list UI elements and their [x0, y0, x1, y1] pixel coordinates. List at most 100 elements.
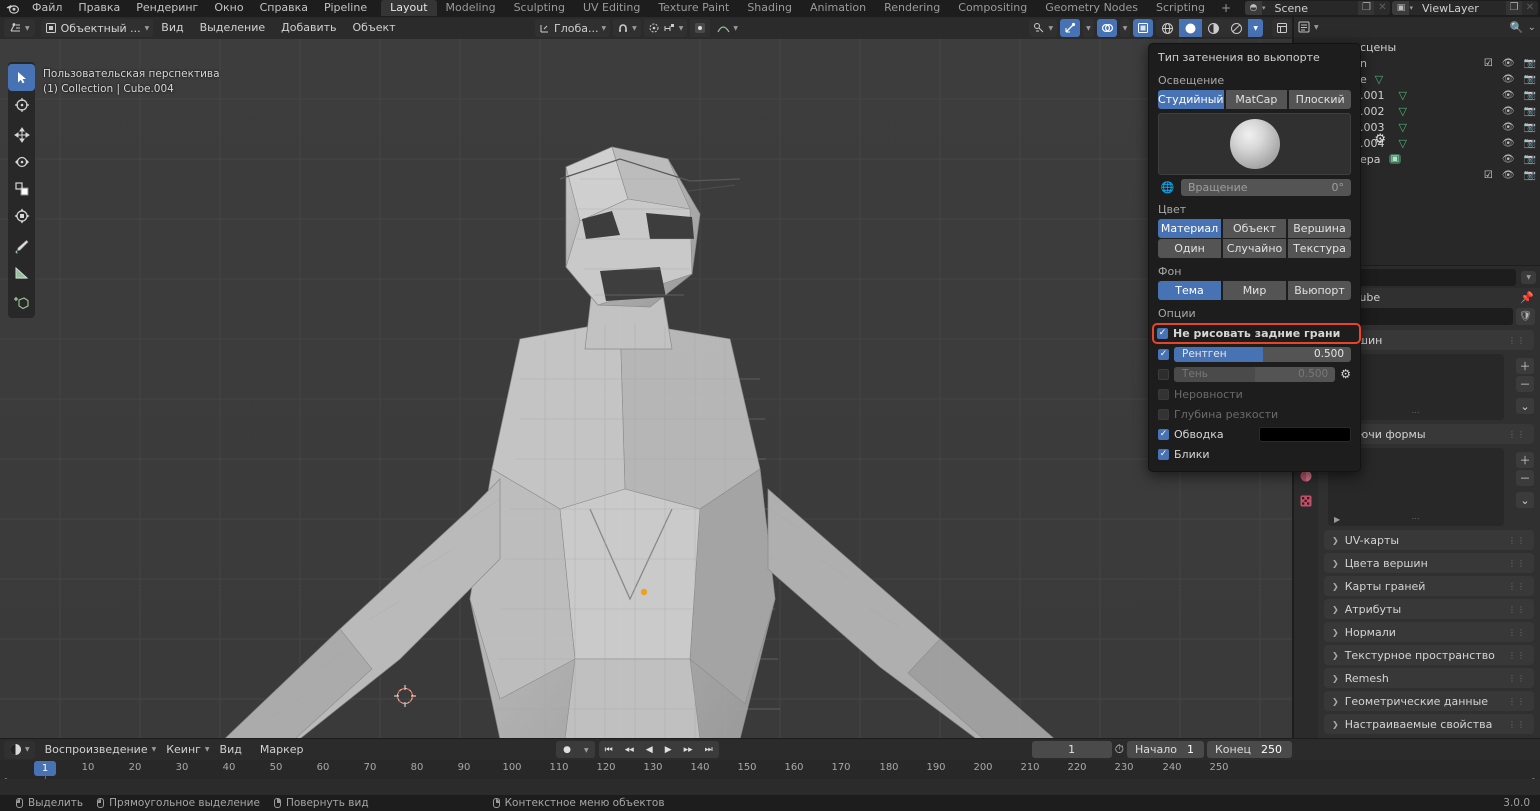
panel-vertex-colors[interactable]: ❯ Цвета вершин ⋮⋮	[1324, 553, 1534, 573]
outliner-filter-button[interactable]	[1272, 19, 1292, 37]
outliner-editor-type-icon[interactable]	[1298, 21, 1310, 33]
timeline-ruler[interactable]: 10 20 30 40 50 60 70 80 90 100 110 120 1…	[0, 760, 1540, 779]
lighting-option-matcap[interactable]: MatCap	[1226, 90, 1288, 109]
new-viewlayer-button[interactable]: ❐	[1506, 1, 1522, 15]
viewport-menu-view[interactable]: Вид	[153, 19, 191, 37]
panel-face-maps[interactable]: ❯ Карты граней ⋮⋮	[1324, 576, 1534, 596]
drag-grip[interactable]: ⋮⋮	[1508, 536, 1526, 545]
workspace-tab-texture-paint[interactable]: Texture Paint	[649, 0, 738, 16]
background-option-theme[interactable]: Тема	[1158, 281, 1221, 300]
resize-grip[interactable]: ⋯	[1412, 408, 1421, 417]
drag-grip[interactable]: ⋮⋮	[1508, 674, 1526, 683]
panel-custom-properties[interactable]: ❯ Настраиваемые свойства ⋮⋮	[1324, 714, 1534, 734]
eye-icon[interactable]: 👁	[1502, 90, 1515, 101]
remove-shape-key-button[interactable]: －	[1516, 470, 1534, 486]
workspace-tab-sculpting[interactable]: Sculpting	[505, 0, 574, 16]
add-vertex-group-button[interactable]: ＋	[1516, 358, 1534, 374]
workspace-tab-layout[interactable]: Layout	[381, 0, 436, 16]
stopwatch-icon[interactable]: ⏱	[1115, 742, 1124, 757]
studio-light-preview[interactable]	[1158, 113, 1351, 175]
background-option-viewport[interactable]: Вьюпорт	[1288, 281, 1351, 300]
viewlayer-selector[interactable]: ▣ ▾ ViewLayer ❐ ✕	[1392, 1, 1538, 15]
jump-prev-keyframe-icon[interactable]: ◂◂	[619, 745, 640, 755]
play-reverse-icon[interactable]: ◀	[640, 745, 659, 755]
workspace-tab-shading[interactable]: Shading	[738, 0, 801, 16]
color-option-object[interactable]: Объект	[1223, 219, 1286, 238]
properties-tab-texture[interactable]	[1296, 492, 1316, 510]
menu-pipeline[interactable]: Pipeline	[316, 0, 375, 16]
blender-logo-icon[interactable]	[0, 3, 24, 14]
pivot-point-selector[interactable]	[690, 19, 710, 37]
color-option-random[interactable]: Случайно	[1223, 239, 1286, 258]
workspace-tab-rendering[interactable]: Rendering	[875, 0, 949, 16]
eye-icon[interactable]: 👁	[1502, 170, 1515, 181]
gizmo-dropdown[interactable]: ▼	[1083, 19, 1094, 37]
menu-edit[interactable]: Правка	[70, 0, 128, 16]
timeline-editor-type-button[interactable]: ▼	[4, 741, 35, 759]
add-cube-tool[interactable]	[8, 289, 35, 316]
play-icon[interactable]: ▶	[1334, 515, 1340, 524]
transform-tool[interactable]	[8, 202, 35, 229]
move-tool[interactable]	[8, 121, 35, 148]
remove-viewlayer-button[interactable]: ✕	[1522, 1, 1538, 15]
measure-tool[interactable]	[8, 259, 35, 286]
transform-orientation-selector[interactable]: Глоба... ▼	[535, 19, 610, 37]
workspace-tab-uv-editing[interactable]: UV Editing	[574, 0, 649, 16]
rotation-slider[interactable]: Вращение 0°	[1181, 179, 1351, 196]
auto-keying-dropdown[interactable]: ▼	[578, 745, 595, 755]
frame-start-input[interactable]: Начало 1	[1127, 741, 1204, 758]
camera-render-icon[interactable]: 📷	[1524, 74, 1536, 85]
overlays-toggle-button[interactable]	[1097, 19, 1117, 37]
workspace-tab-scripting[interactable]: Scripting	[1147, 0, 1214, 16]
shadow-slider[interactable]: Тень 0.500	[1174, 367, 1335, 382]
checkbox-icon[interactable]: ☑	[1484, 170, 1493, 181]
viewport-shading-popover[interactable]: Тип затенения во вьюпорте Освещение Студ…	[1148, 43, 1361, 472]
backface-culling-row[interactable]: ✓ Не рисовать задние грани	[1154, 325, 1359, 342]
camera-render-icon[interactable]: 📷	[1524, 106, 1536, 117]
world-rotation-icon[interactable]: 🌐	[1158, 179, 1177, 196]
drag-grip[interactable]: ⋮⋮	[1508, 336, 1526, 345]
eye-icon[interactable]: 👁	[1502, 74, 1515, 85]
proportional-editing-toggle[interactable]: ▼	[644, 19, 688, 37]
resize-grip[interactable]: ⋯	[1412, 514, 1421, 523]
camera-render-icon[interactable]: 📷	[1524, 58, 1536, 69]
camera-render-icon[interactable]: 📷	[1524, 170, 1536, 181]
cavity-checkbox[interactable]: ✓	[1158, 389, 1169, 400]
workspace-tab-modeling[interactable]: Modeling	[437, 0, 505, 16]
menu-file[interactable]: Файл	[24, 0, 70, 16]
shading-solid-button[interactable]	[1179, 19, 1202, 37]
color-option-single[interactable]: Один	[1158, 239, 1221, 258]
scene-selector[interactable]: ◓ ▾ Scene ❐ ✕	[1245, 1, 1391, 15]
add-workspace-button[interactable]: +	[1214, 1, 1238, 15]
eye-icon[interactable]: 👁	[1502, 154, 1515, 165]
menu-render[interactable]: Рендеринг	[128, 0, 206, 16]
drag-grip[interactable]: ⋮⋮	[1508, 605, 1526, 614]
camera-render-icon[interactable]: 📷	[1524, 138, 1536, 149]
timeline-menu-playback[interactable]: Воспроизведение	[37, 741, 156, 759]
menu-window[interactable]: Окно	[206, 0, 251, 16]
playhead-handle[interactable]: 1	[34, 761, 56, 776]
drag-grip[interactable]: ⋮⋮	[1508, 582, 1526, 591]
drag-grip[interactable]: ⋮⋮	[1508, 628, 1526, 637]
remove-scene-button[interactable]: ✕	[1374, 1, 1390, 15]
panel-attributes[interactable]: ❯ Атрибуты ⋮⋮	[1324, 599, 1534, 619]
eye-icon[interactable]: 👁	[1502, 106, 1515, 117]
shape-key-specials-button[interactable]: ⌄	[1516, 492, 1534, 508]
panel-geometry-data[interactable]: ❯ Геометрические данные ⋮⋮	[1324, 691, 1534, 711]
filter-icon[interactable]: ⌄	[1528, 22, 1536, 33]
gear-icon[interactable]: ⚙	[1374, 132, 1386, 147]
scale-tool[interactable]	[8, 175, 35, 202]
timeline-editor[interactable]: ▼ Воспроизведение ▼ Кеинг ▼ Вид Маркер ●…	[0, 739, 1540, 795]
panel-uv-maps[interactable]: ❯ UV-карты ⋮⋮	[1324, 530, 1534, 550]
drag-grip[interactable]: ⋮⋮	[1508, 651, 1526, 660]
panel-texture-space[interactable]: ❯ Текстурное пространство ⋮⋮	[1324, 645, 1534, 665]
workspace-tab-compositing[interactable]: Compositing	[949, 0, 1036, 16]
jump-next-keyframe-icon[interactable]: ▸▸	[678, 745, 699, 755]
chevron-down-icon[interactable]: ▼	[1314, 24, 1319, 31]
frame-end-input[interactable]: Конец 250	[1207, 741, 1292, 758]
timeline-track-area[interactable]	[0, 779, 1540, 795]
viewport-menu-add[interactable]: Добавить	[273, 19, 344, 37]
current-frame-input[interactable]: 1	[1032, 741, 1112, 758]
lighting-option-studio[interactable]: Студийный	[1158, 90, 1224, 109]
camera-render-icon[interactable]: 📷	[1524, 122, 1536, 133]
